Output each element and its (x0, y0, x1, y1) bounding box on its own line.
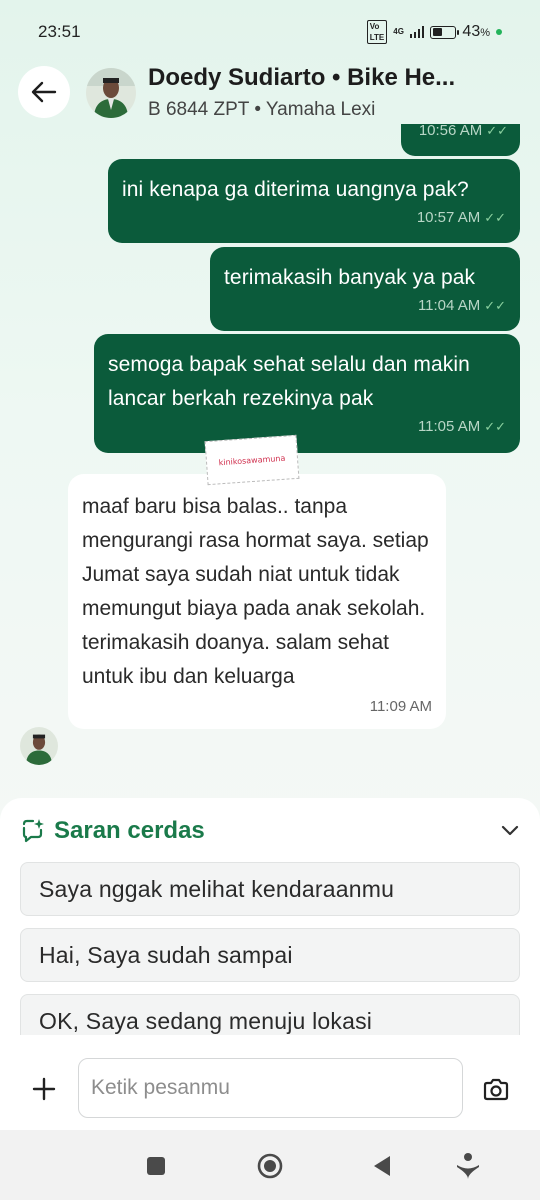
vehicle-info: B 6844 ZPT • Yamaha Lexi (148, 99, 376, 120)
status-bar: 23:51 Vo LTE 4G 43% (0, 0, 540, 64)
back-nav-button[interactable] (366, 1150, 398, 1182)
square-icon (147, 1157, 165, 1175)
charging-dot-icon (496, 29, 502, 35)
double-check-icon: ✓✓ (484, 209, 506, 225)
message-text: maaf baru bisa balas.. tanpa mengurangi … (82, 495, 429, 688)
sparkle-chat-icon (22, 819, 44, 843)
message-text: ini kenapa ga diterima uangnya pak? (122, 178, 469, 201)
assistant-button[interactable] (452, 1150, 484, 1182)
watermark-sticker: kinikosawamuna (204, 434, 300, 486)
smart-replies-title: Saran cerdas (54, 817, 205, 844)
chevron-down-icon[interactable] (500, 825, 520, 837)
message-list[interactable]: 10:56 AM ✓✓ ini kenapa ga diterima uangn… (0, 124, 540, 784)
sender-avatar (20, 727, 58, 765)
triangle-back-icon (374, 1156, 390, 1176)
smart-reply-chip[interactable]: Hai, Saya sudah sampai (20, 928, 520, 982)
double-check-icon: ✓✓ (484, 297, 506, 313)
camera-button[interactable] (478, 1075, 514, 1105)
plus-icon (32, 1077, 56, 1101)
chat-header: Doedy Sudiarto • Bike He... B 6844 ZPT •… (0, 64, 540, 124)
battery-percent: 43% (462, 23, 490, 40)
driver-avatar[interactable] (86, 68, 136, 118)
assistant-icon (457, 1153, 479, 1179)
driver-name: Doedy Sudiarto • Bike He... (148, 64, 456, 91)
smart-reply-chip[interactable]: OK, Saya sedang menuju lokasi (20, 994, 520, 1035)
smart-replies-header[interactable]: Saran cerdas (20, 816, 520, 846)
camera-icon (483, 1078, 509, 1101)
double-check-icon: ✓✓ (484, 418, 506, 434)
message-bubble-outgoing[interactable]: terimakasih banyak ya pak 11:04 AM ✓✓ (210, 247, 520, 331)
home-button[interactable] (254, 1150, 286, 1182)
message-time: 10:57 AM (416, 209, 481, 226)
network-type: 4G (393, 27, 404, 36)
chat-screen: 23:51 Vo LTE 4G 43% Doedy Sudiarto • Bik… (0, 0, 540, 1200)
message-text: semoga bapak sehat selalu dan makin lanc… (108, 353, 470, 410)
message-input[interactable] (78, 1058, 463, 1118)
message-meta: 11:05 AM ✓✓ (108, 418, 506, 435)
system-nav-bar (0, 1130, 540, 1200)
signal-icon (409, 26, 425, 38)
home-circle-icon (257, 1153, 283, 1179)
message-text: terimakasih banyak ya pak (224, 266, 476, 289)
message-bubble-outgoing[interactable]: 10:56 AM ✓✓ (401, 124, 520, 156)
volte-icon: Vo LTE (366, 20, 388, 44)
driver-photo-icon (86, 68, 136, 118)
recents-button[interactable] (140, 1150, 172, 1182)
message-meta: 10:57 AM ✓✓ (122, 209, 506, 226)
message-time: 11:09 AM (369, 698, 432, 715)
double-check-icon: ✓✓ (486, 124, 508, 138)
back-button[interactable] (18, 66, 70, 118)
message-time: 11:05 AM (417, 418, 481, 435)
message-meta: 11:04 AM ✓✓ (224, 297, 506, 314)
message-bubble-outgoing[interactable]: semoga bapak sehat selalu dan makin lanc… (94, 334, 520, 453)
message-meta: 10:56 AM ✓✓ (413, 124, 508, 139)
message-bubble-outgoing[interactable]: ini kenapa ga diterima uangnya pak? 10:5… (108, 159, 520, 243)
smart-replies-panel: Saran cerdas Saya nggak melihat kendaraa… (0, 798, 540, 1035)
smart-reply-chip[interactable]: Saya nggak melihat kendaraanmu (20, 862, 520, 916)
message-bubble-incoming[interactable]: maaf baru bisa balas.. tanpa mengurangi … (68, 474, 446, 729)
battery-icon (430, 25, 460, 39)
status-time: 23:51 (38, 22, 81, 41)
arrow-left-icon (31, 81, 57, 103)
status-icons: Vo LTE 4G 43% (366, 20, 502, 44)
driver-photo-icon (20, 727, 58, 765)
message-time: 10:56 AM (418, 124, 483, 139)
composer-bar (0, 1035, 540, 1130)
message-time: 11:04 AM (417, 297, 481, 314)
attach-button[interactable] (26, 1071, 62, 1107)
